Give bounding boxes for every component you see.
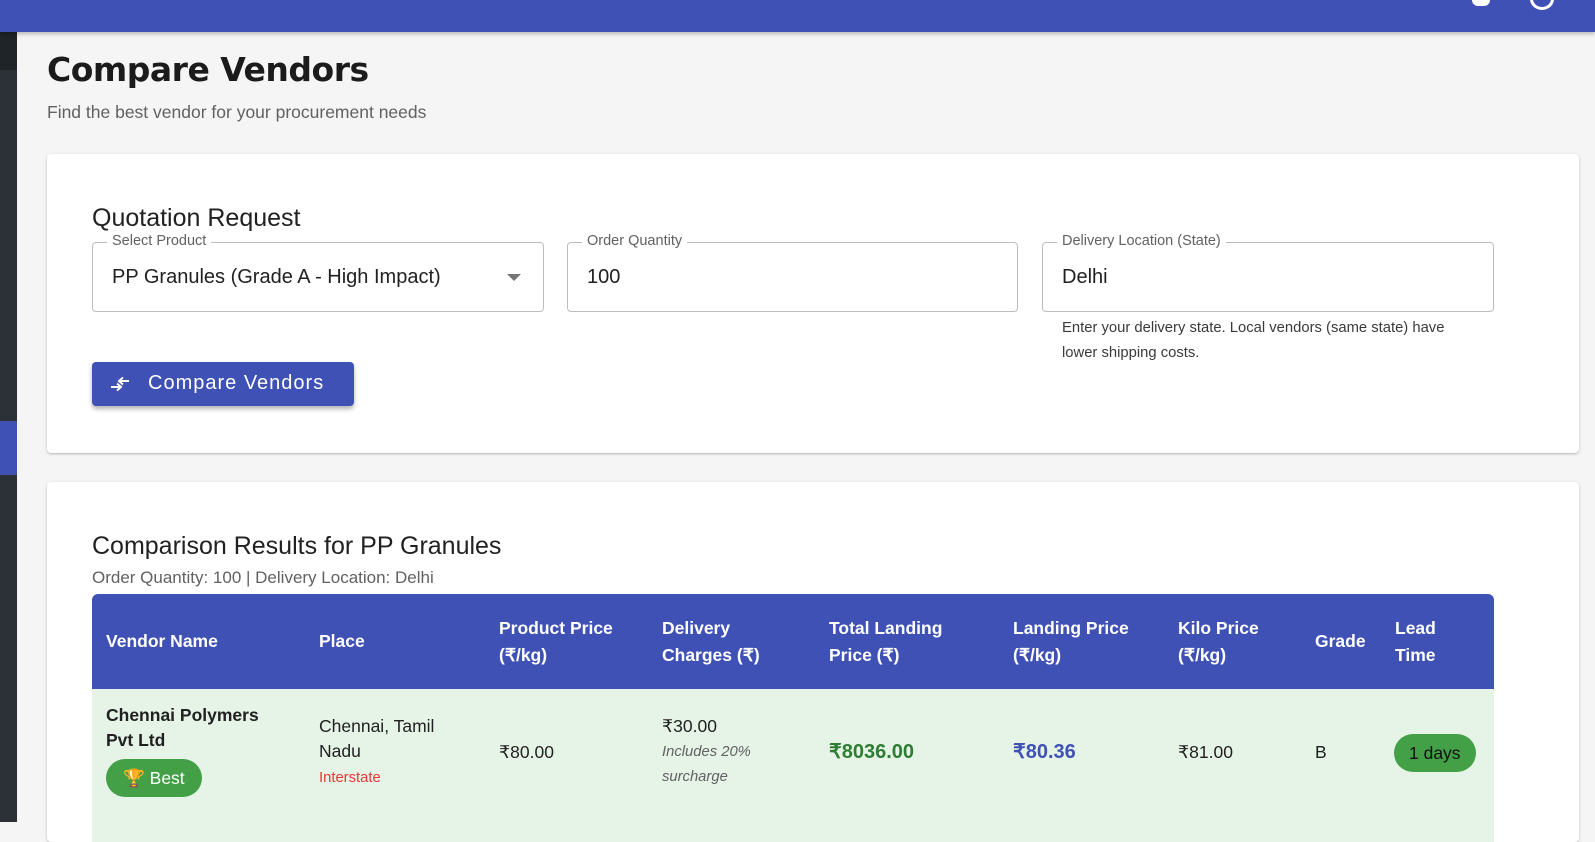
kilo-price-cell: ₹81.00 xyxy=(1178,742,1233,762)
table-header: Vendor Name Place Product Price (₹/kg) D… xyxy=(92,594,1494,689)
order-quantity-label: Order Quantity xyxy=(582,233,688,249)
dropdown-arrow-icon[interactable] xyxy=(507,274,521,281)
results-title: Comparison Results for PP Granules xyxy=(92,532,502,560)
col-vendor-name[interactable]: Vendor Name xyxy=(106,628,218,655)
main-content: Compare Vendors Find the best vendor for… xyxy=(17,32,1595,842)
col-product-price[interactable]: Product Price (₹/kg) xyxy=(499,615,639,669)
landing-price-cell: ₹80.36 xyxy=(1013,741,1076,763)
quotation-request-card: Quotation Request Select Product PP Gran… xyxy=(47,154,1579,453)
best-badge: 🏆 Best xyxy=(106,759,202,797)
sidebar-active-item[interactable] xyxy=(0,421,17,475)
col-grade[interactable]: Grade xyxy=(1315,628,1366,655)
order-quantity-value[interactable]: 100 xyxy=(587,266,620,289)
col-landing-price[interactable]: Landing Price (₹/kg) xyxy=(1013,615,1148,669)
vendor-place: Chennai, Tamil Nadu xyxy=(319,716,435,761)
compare-vendors-button[interactable]: Compare Vendors xyxy=(92,362,354,406)
table-row[interactable]: Chennai Polymers Pvt Ltd 🏆 Best Chennai,… xyxy=(92,689,1494,842)
page-subtitle: Find the best vendor for your procuremen… xyxy=(47,102,427,122)
comparison-results-card: Comparison Results for PP Granules Order… xyxy=(47,482,1579,842)
product-select[interactable]: Select Product PP Granules (Grade A - Hi… xyxy=(92,233,544,312)
interstate-label: Interstate xyxy=(319,770,381,786)
comparison-table: Vendor Name Place Product Price (₹/kg) D… xyxy=(92,594,1494,842)
col-kilo-price[interactable]: Kilo Price (₹/kg) xyxy=(1178,615,1278,669)
account-circle-icon[interactable] xyxy=(1530,0,1554,10)
delivery-location-field[interactable]: Delivery Location (State) Delhi xyxy=(1042,233,1494,312)
delivery-charges-cell: ₹30.00 xyxy=(662,716,717,736)
total-landing-price-cell: ₹8036.00 xyxy=(829,741,915,763)
lead-time-badge: 1 days xyxy=(1394,734,1476,772)
col-lead-time[interactable]: Lead Time xyxy=(1395,615,1455,669)
delivery-location-helper: Enter your delivery state. Local vendors… xyxy=(1062,320,1445,361)
compare-arrows-icon xyxy=(111,376,129,392)
delivery-surcharge-note: Includes 20% surcharge xyxy=(662,744,751,785)
product-select-label: Select Product xyxy=(107,233,212,249)
app-bar xyxy=(0,0,1595,32)
vendor-name: Chennai Polymers Pvt Ltd xyxy=(106,705,259,750)
grade-cell: B xyxy=(1315,742,1327,762)
col-total-landing-price[interactable]: Total Landing Price (₹) xyxy=(829,615,969,669)
page-title: Compare Vendors xyxy=(47,50,369,89)
product-select-value: PP Granules (Grade A - High Impact) xyxy=(112,266,441,288)
order-quantity-field[interactable]: Order Quantity 100 xyxy=(567,233,1018,312)
product-price-cell: ₹80.00 xyxy=(499,742,554,762)
col-place[interactable]: Place xyxy=(319,628,365,655)
quotation-request-title: Quotation Request xyxy=(92,204,301,232)
sidebar xyxy=(0,0,17,822)
col-delivery-charges[interactable]: Delivery Charges (₹) xyxy=(662,615,782,669)
results-subtitle: Order Quantity: 100 | Delivery Location:… xyxy=(92,568,434,587)
compare-vendors-label: Compare Vendors xyxy=(148,372,325,394)
delivery-location-value[interactable]: Delhi xyxy=(1062,266,1108,289)
delivery-location-label: Delivery Location (State) xyxy=(1057,233,1226,249)
bell-icon[interactable] xyxy=(1472,0,1490,6)
